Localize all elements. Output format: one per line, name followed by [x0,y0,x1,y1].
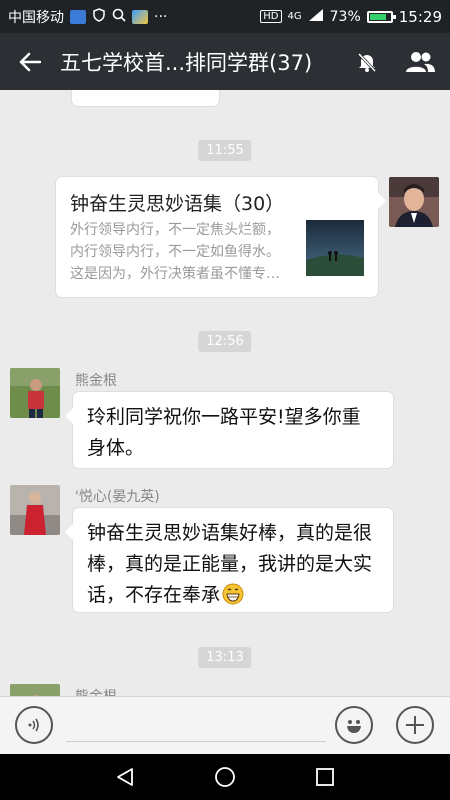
message-input[interactable] [66,741,326,742]
chat-header: 五七学校首...排同学群(37) [0,33,450,90]
store-app-icon [132,9,148,24]
sender-name: 熊金根 [75,686,117,696]
message-text: 钟奋生灵思妙语集好棒，真的是很棒，真的是正能量，我讲的是大实话，不存在奉承 [73,508,393,625]
network-label: 4G [287,11,302,22]
hd-icon: HD [260,10,282,23]
timestamp: 13:13 [198,647,252,668]
voice-icon[interactable] [15,706,53,744]
nav-back-icon[interactable] [95,754,155,800]
more-notifications: ··· [154,8,168,25]
system-nav-bar [0,754,450,800]
signal-icon [308,8,324,26]
nav-recents-icon[interactable] [295,754,355,800]
nav-home-icon[interactable] [195,754,255,800]
card-description: 外行领导内行，不一定焦头烂额， 内行领导内行，不一定如鱼得水。 这是因为，外行决… [70,219,290,285]
message-text: 玲利同学祝你一路平安!望多你重身体。 [87,406,361,459]
battery-icon [366,10,396,23]
chat-area[interactable]: 11:55 钟奋生灵思妙语集（30） 外行领导内行，不一定焦头烂额， 内行领导内… [0,90,450,696]
sender-name: 熊金根 [75,373,117,389]
group-members-icon[interactable] [390,33,450,90]
back-arrow-icon[interactable] [0,33,60,90]
chat-title: 五七学校首...排同学群(37) [60,50,313,75]
mute-bell-icon[interactable] [344,33,390,90]
input-bar [0,696,450,754]
shield-icon [92,7,106,26]
timestamp: 12:56 [198,331,252,352]
carrier-label: 中国移动 [8,9,64,26]
sender-avatar[interactable] [10,368,60,418]
add-icon[interactable] [396,706,434,744]
timestamp: 11:55 [198,140,252,161]
search-app-icon [112,8,126,26]
card-thumbnail-image [306,220,364,276]
sender-avatar[interactable] [10,684,60,696]
card-desc-line: 内行领导内行，不一定如鱼得水。 [70,244,280,260]
shared-article-card[interactable]: 钟奋生灵思妙语集（30） 外行领导内行，不一定焦头烂额， 内行领导内行，不一定如… [56,177,386,297]
battery-percent: 73% [329,8,361,25]
message-bubble[interactable]: 玲利同学祝你一路平安!望多你重身体。 [65,392,393,468]
previous-message-bubble[interactable] [72,90,219,106]
message-bubble[interactable]: 钟奋生灵思妙语集好棒，真的是很棒，真的是正能量，我讲的是大实话，不存在奉承 [65,508,393,612]
sender-name: '悦心(晏九英) [75,489,160,505]
card-desc-line: 外行领导内行，不一定焦头烂额， [70,222,280,238]
sender-avatar[interactable] [10,485,60,535]
card-title: 钟奋生灵思妙语集（30） [70,193,285,215]
grin-emoji-icon [222,583,244,615]
clock: 15:29 [398,7,442,26]
app-notification-icon [70,9,86,24]
my-avatar[interactable] [389,177,439,227]
emoji-icon[interactable] [335,706,373,744]
card-desc-line: 这是因为，外行决策者虽不懂专… [70,266,280,282]
status-bar: 中国移动 ··· HD 4G 73% 15:29 [0,0,450,33]
